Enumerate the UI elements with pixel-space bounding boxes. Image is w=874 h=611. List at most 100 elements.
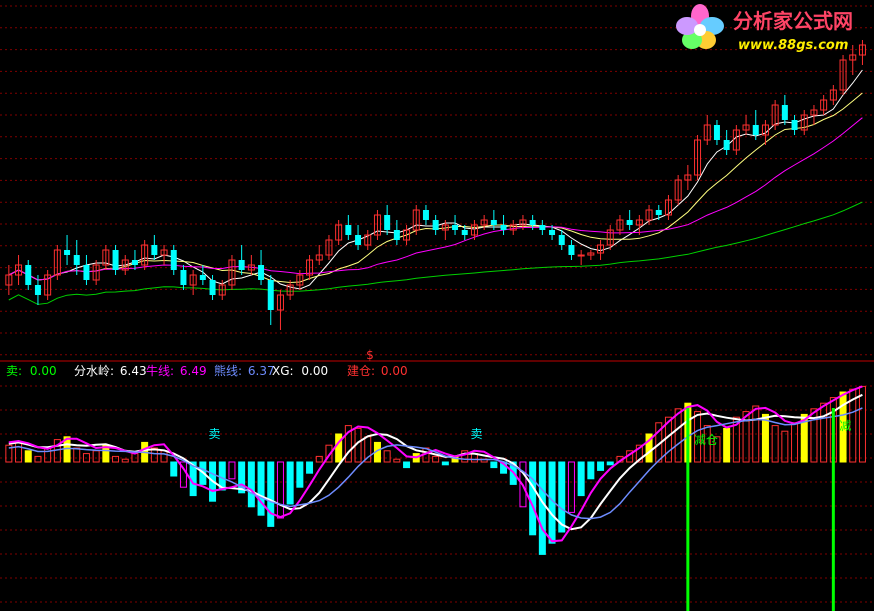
candle-body-down xyxy=(549,230,556,235)
indicator-bar xyxy=(781,430,789,463)
candle-body-down xyxy=(180,270,187,285)
indicator-bar xyxy=(160,450,168,463)
indicator-bar xyxy=(92,450,100,463)
indicator-bar xyxy=(267,461,275,527)
candle-body-down xyxy=(490,220,497,225)
candle-body-down xyxy=(752,125,759,135)
candle-body-down xyxy=(355,235,362,245)
indicator-bar xyxy=(228,461,236,480)
indicator-bar xyxy=(34,455,42,463)
indicator-bar xyxy=(567,461,575,513)
candle-body-down xyxy=(34,285,41,295)
indicator-bar xyxy=(791,422,799,463)
indicator-bar xyxy=(286,461,294,505)
ma-line-20 xyxy=(8,117,863,281)
watermark-logo: 分析家公式网 www.88gs.com xyxy=(676,4,853,53)
legend-value-bear: 6.37 xyxy=(248,364,275,378)
indicator-bar xyxy=(121,458,129,463)
candle-body-down xyxy=(64,250,71,255)
candle-body-down xyxy=(112,250,119,270)
candle-body-down xyxy=(384,215,391,230)
legend-label-sell: 卖: xyxy=(6,364,22,378)
legend-label-watershed: 分水岭: xyxy=(74,364,114,378)
candle-body-down xyxy=(452,225,459,230)
moving-averages xyxy=(8,69,863,305)
candle-body-down xyxy=(781,105,788,120)
indicator-bar xyxy=(820,402,828,463)
candle-body-down xyxy=(500,225,507,230)
candlestick-series[interactable] xyxy=(5,40,866,330)
candle-body-down xyxy=(461,230,468,235)
candle-body-down xyxy=(568,245,575,255)
signal-label: 减 xyxy=(839,419,851,433)
ma-line-10 xyxy=(8,92,863,284)
legend-value-sell: 0.00 xyxy=(30,364,57,378)
candle-body-down xyxy=(655,210,662,215)
indicator-bar xyxy=(393,458,401,463)
candle-body-down xyxy=(558,235,565,245)
indicator-bar xyxy=(577,461,585,497)
legend-value-bull: 6.49 xyxy=(180,364,207,378)
indicator-bar xyxy=(296,461,304,488)
indicator-bar xyxy=(529,461,537,536)
candle-body-down xyxy=(73,255,80,265)
candle-body-down xyxy=(345,225,352,235)
indicator-bar xyxy=(587,461,595,480)
legend-label-build: 建仓: xyxy=(347,364,375,378)
signal-label: 卖 xyxy=(470,427,482,441)
candle-body-down xyxy=(626,220,633,225)
indicator-bar xyxy=(538,461,546,555)
indicator-bar xyxy=(383,450,391,463)
indicator-bar xyxy=(403,461,411,469)
indicator-bar xyxy=(461,450,469,463)
indicator-legend: 卖: 0.00 分水岭: 6.43 牛线: 6.49 熊线: 6.37 XG: … xyxy=(6,363,408,378)
candle-body-down xyxy=(25,265,32,285)
candle-body-down xyxy=(83,265,90,280)
indicator-bar xyxy=(761,413,769,463)
candle-body-down xyxy=(170,250,177,270)
signal-label: 卖 xyxy=(209,427,221,441)
indicator-bar xyxy=(131,453,139,463)
candle-body-down xyxy=(151,245,158,255)
watermark-title: 分析家公式网 xyxy=(733,9,853,33)
indicator-bar xyxy=(170,461,178,477)
candle-body-up xyxy=(577,254,585,257)
candle-body-down xyxy=(791,120,798,130)
candle-body-down xyxy=(393,230,400,240)
indicator-bar xyxy=(73,447,81,463)
indicator-bar xyxy=(112,455,120,463)
chart-canvas[interactable]: 卖 卖 减仓 减 分析家公式网 www.88gs.com $ 卖: 0.00 分水岭:… xyxy=(0,0,874,611)
indicator-bar xyxy=(257,461,265,516)
candle-body-down xyxy=(723,140,730,150)
indicator-bar xyxy=(432,455,440,463)
indicator-bar xyxy=(24,450,32,463)
candle-body-down xyxy=(267,280,274,310)
watermark-url: www.88gs.com xyxy=(738,38,848,53)
indicator-bar xyxy=(597,461,605,471)
panel-marker: $ xyxy=(366,348,374,362)
flower-logo-icon xyxy=(676,4,724,49)
candle-body-down xyxy=(539,225,546,230)
legend-value-xg: 0.00 xyxy=(301,364,328,378)
candle-body-down xyxy=(238,260,245,270)
candle-body-down xyxy=(209,280,216,295)
candle-body-down xyxy=(432,220,439,230)
indicator-bar xyxy=(276,461,284,519)
legend-value-watershed: 6.43 xyxy=(120,364,147,378)
indicator-bar xyxy=(441,461,449,466)
candle-body-down xyxy=(199,275,206,280)
candle-body-down xyxy=(713,125,720,140)
indicator-bar xyxy=(247,461,255,508)
indicator-bar xyxy=(15,441,23,463)
indicator-bar xyxy=(315,455,323,463)
signal-label: 减仓 xyxy=(694,433,718,447)
signal-labels: 卖 卖 减仓 减 xyxy=(209,419,852,447)
indicator-bar xyxy=(490,461,498,469)
legend-label-bear: 熊线: xyxy=(214,363,242,378)
indicator-bar xyxy=(674,408,682,463)
candle-body-down xyxy=(422,210,429,220)
indicator-bar xyxy=(335,433,343,463)
indicator-bar xyxy=(723,427,731,463)
ma-line-5 xyxy=(8,69,863,290)
indicator-panel[interactable] xyxy=(5,385,866,611)
